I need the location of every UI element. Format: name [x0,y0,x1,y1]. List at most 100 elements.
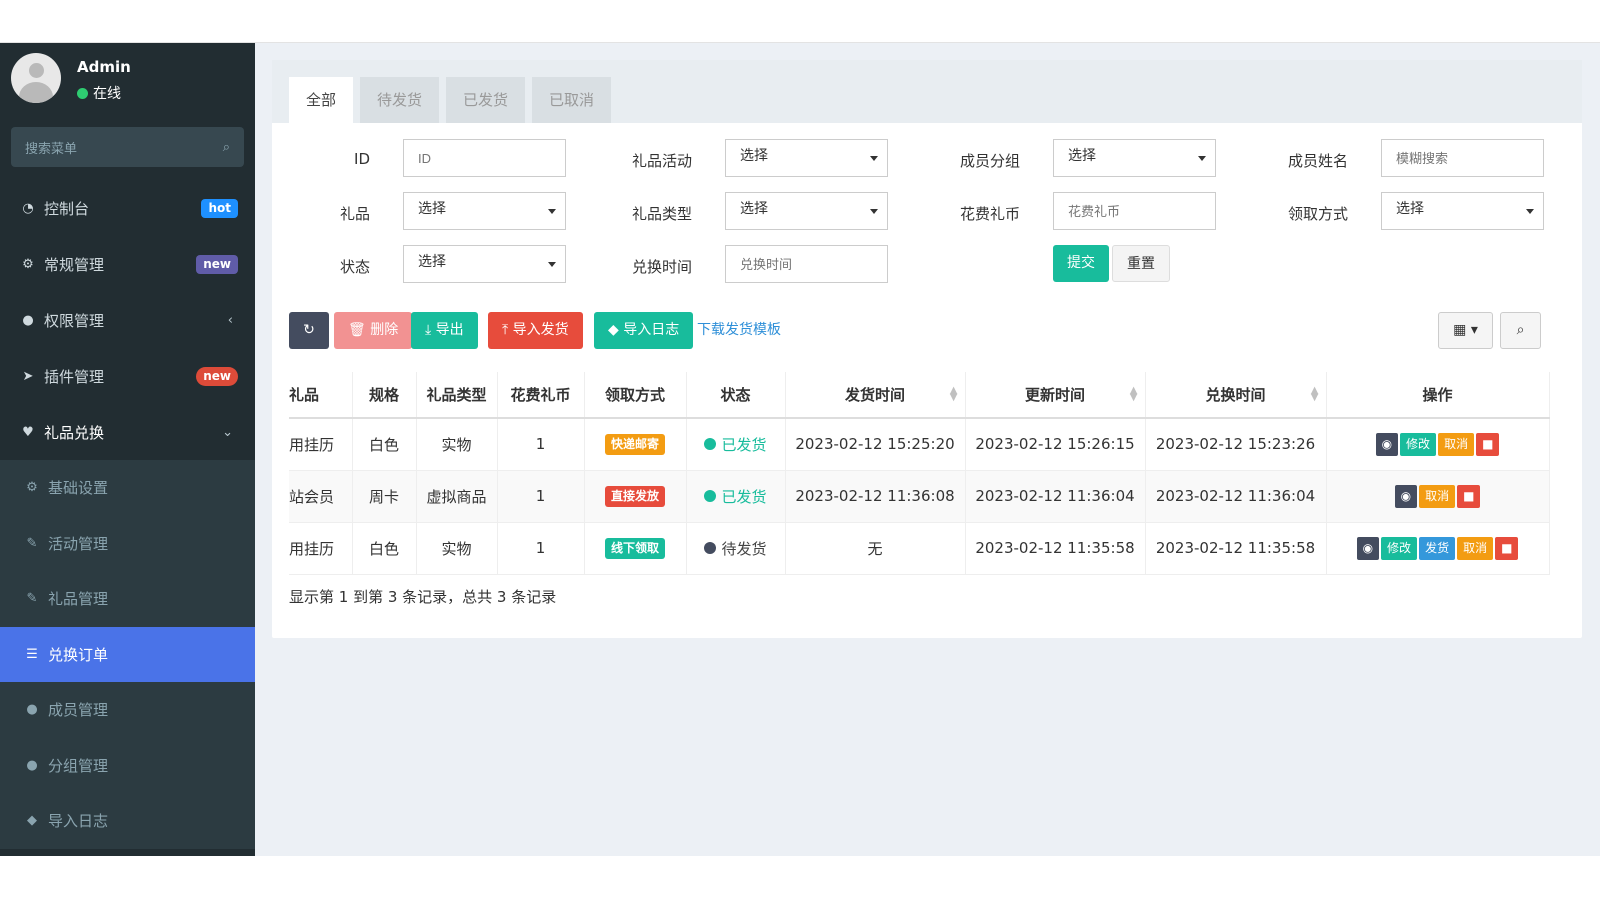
gift-label: 礼品 [339,205,370,223]
trash-icon: ■ [1463,488,1475,503]
cell-coin: 1 [497,470,585,523]
import-ship-button[interactable]: ⤒ 导入发货 [488,312,583,349]
cell-gift: 用挂历 [289,418,353,471]
cell-actions: ◉ 修改 发货 取消 ■ [1326,522,1550,575]
sidebar-item-groups[interactable]: ● 分组管理 [0,738,255,794]
table-search-button[interactable]: ⌕ [1500,312,1541,349]
grid-icon: ▦ ▾ [1453,322,1478,338]
cancel-button[interactable]: 取消 [1438,432,1475,456]
sort-icon: ▲ ▼ [1129,385,1138,403]
coin-input[interactable] [1053,192,1216,230]
user-panel: Admin 在线 [0,43,255,121]
cancel-button[interactable]: 取消 [1419,484,1456,508]
tab-all[interactable]: 全部 [289,77,354,123]
exchange-time-input[interactable] [725,245,888,283]
download-template-link[interactable]: 下载发货模板 [697,312,781,349]
trash-icon: 🗑︎ [348,322,371,338]
pagination-info: 显示第 1 到第 3 条记录，总共 3 条记录 [289,588,557,606]
edit-button[interactable]: 修改 [1400,432,1437,456]
sidebar-item-activity[interactable]: ✎ 活动管理 [0,516,255,572]
tab-pending[interactable]: 待发货 [360,77,440,123]
sidebar-menu: ◔ 控制台 hot ⚙ 常规管理 new ● 权限管理 ‹ ➤ 插件管理 new… [0,180,255,849]
delete-row-button[interactable]: ■ [1495,536,1519,560]
group-label: 成员分组 [959,152,1020,170]
sidebar-item-dashboard[interactable]: ◔ 控制台 hot [0,180,255,236]
activity-select[interactable]: 选择 [725,139,888,177]
submit-button[interactable]: 提交 [1053,245,1109,282]
table-row: 用挂历 白色 实物 1 线下领取 待发货 无 2023-02-12 11:35:… [289,522,1550,575]
top-bar [0,0,1600,43]
gift-select-value: 选择 [418,201,446,217]
menu-search-placeholder: 搜索菜单 [25,141,78,157]
col-ship-time[interactable]: 发货时间 ▲ ▼ [785,372,966,419]
cell-gift: 站会员 [289,470,353,523]
sidebar-item-plugins[interactable]: ➤ 插件管理 new [0,348,255,404]
sort-icon: ▲ ▼ [949,385,958,403]
download-icon: ⤓ [425,322,436,338]
member-input[interactable] [1381,139,1544,177]
user-icon: ● [26,702,38,718]
group-select[interactable]: 选择 [1053,139,1216,177]
sidebar-item-general[interactable]: ⚙ 常规管理 new [0,236,255,292]
refresh-icon: ↻ [303,322,315,338]
cell-spec: 白色 [352,418,417,471]
search-icon[interactable]: ⌕ [223,140,230,155]
sidebar-item-permissions[interactable]: ● 权限管理 ‹ [0,292,255,348]
leaf-icon: ✎ [26,591,38,607]
menu-search-input[interactable]: 搜索菜单 ⌕ [11,127,244,167]
upload-icon: ⤒ [502,322,513,338]
sidebar-item-import-log[interactable]: ◆ 导入日志 [0,793,255,849]
dashboard-icon: ◔ [22,200,34,216]
edit-button[interactable]: 修改 [1381,536,1418,560]
import-log-button[interactable]: ◆ 导入日志 [594,312,694,349]
cell-ship-time: 2023-02-12 11:36:08 [785,470,966,523]
tab-shipped[interactable]: 已发货 [446,77,526,123]
rocket-icon: ➤ [22,368,34,384]
cancel-button[interactable]: 取消 [1457,536,1494,560]
sidebar-item-gifts[interactable]: ✎ 礼品管理 [0,571,255,627]
method-select[interactable]: 选择 [1381,192,1544,230]
reset-button[interactable]: 重置 [1112,245,1170,282]
col-exchange-time[interactable]: 兑换时间 ▲ ▼ [1145,372,1327,419]
sidebar-item-gift-exchange[interactable]: ♥ 礼品兑换 ⌄ [0,404,255,460]
import-log-label: 导入日志 [623,322,680,338]
cogs-icon: ⚙ [22,256,34,272]
columns-toggle-button[interactable]: ▦ ▾ [1438,312,1493,349]
view-button[interactable]: ◉ [1375,432,1399,456]
delete-row-button[interactable]: ■ [1476,432,1500,456]
refresh-button[interactable]: ↻ [289,312,329,349]
ship-button[interactable]: 发货 [1419,536,1456,560]
cell-method: 直接发放 [584,470,687,523]
tab-cancelled[interactable]: 已取消 [532,77,612,123]
export-button[interactable]: ⤓ 导出 [411,312,478,349]
cell-spec: 周卡 [352,470,417,523]
gift-select[interactable]: 选择 [403,192,566,230]
tint-icon: ◆ [608,322,624,338]
sidebar-item-members[interactable]: ● 成员管理 [0,682,255,738]
sidebar-item-label: 权限管理 [44,311,105,330]
status-select-value: 选择 [418,254,446,270]
sort-icon: ▲ ▼ [1310,385,1319,403]
cell-status: 已发货 [686,470,786,523]
method-badge: 直接发放 [604,485,665,507]
view-button[interactable]: ◉ [1394,484,1418,508]
sidebar-item-orders[interactable]: ☰ 兑换订单 [0,626,255,682]
sidebar-item-basic-settings[interactable]: ⚙ 基础设置 [0,460,255,516]
member-label: 成员姓名 [1287,152,1348,170]
col-update-time[interactable]: 更新时间 ▲ ▼ [965,372,1146,419]
view-button[interactable]: ◉ [1356,536,1380,560]
tint-icon: ◆ [27,813,37,829]
status-select[interactable]: 选择 [403,245,566,283]
delete-row-button[interactable]: ■ [1457,484,1481,508]
id-label: ID [354,150,370,168]
cell-exchange-time: 2023-02-12 15:23:26 [1145,418,1327,471]
bottom-area [0,856,1600,900]
sidebar-item-label: 活动管理 [48,534,109,553]
delete-button[interactable]: 🗑︎ 删除 [334,312,413,349]
gifttype-label: 礼品类型 [631,205,692,223]
sidebar-item-label: 礼品管理 [48,590,109,609]
cell-update-time: 2023-02-12 11:35:58 [965,522,1146,575]
id-input[interactable] [403,139,566,177]
gifttype-select[interactable]: 选择 [725,192,888,230]
leaf-icon: ✎ [26,535,38,551]
